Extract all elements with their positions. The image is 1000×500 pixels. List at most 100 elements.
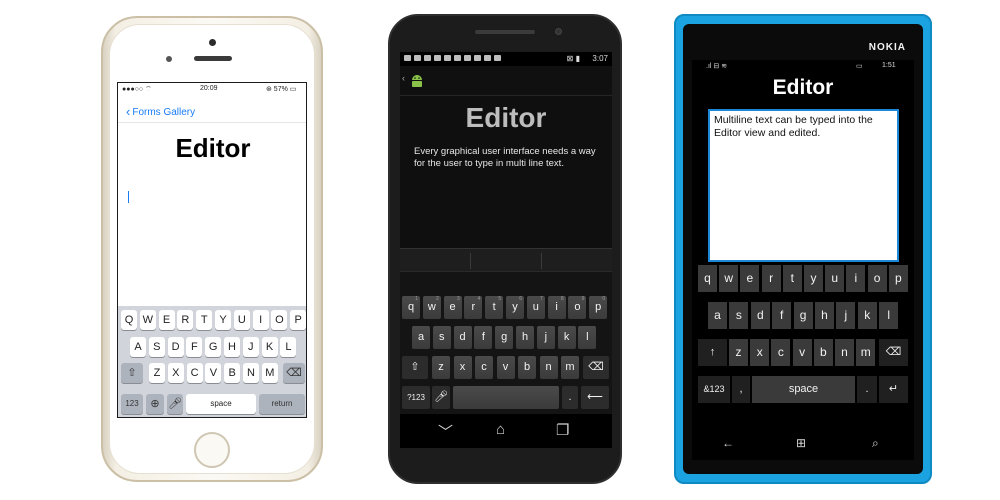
key-h[interactable]: H — [224, 337, 240, 357]
comma-key[interactable]: , — [732, 376, 750, 403]
home-button[interactable] — [194, 432, 230, 468]
up-chevron-icon[interactable]: ‹ — [402, 73, 405, 83]
key-w[interactable]: w2 — [422, 296, 441, 319]
key-p[interactable]: p0 — [589, 296, 608, 319]
key-w[interactable]: W — [139, 310, 156, 330]
editor-textbox[interactable]: Multiline text can be typed into the Edi… — [708, 109, 899, 262]
key-s[interactable]: s — [729, 302, 749, 329]
key-k[interactable]: K — [261, 337, 278, 357]
key-o[interactable]: O — [271, 310, 288, 330]
shift-key[interactable]: ⇧ — [402, 356, 428, 379]
key-v[interactable]: V — [205, 363, 222, 383]
backspace-key[interactable]: ⌫ — [283, 363, 305, 383]
key-l[interactable]: l — [578, 326, 597, 349]
symbols-key[interactable]: &123 — [698, 376, 730, 403]
key-g[interactable]: g — [793, 302, 813, 329]
key-g[interactable]: g — [495, 326, 514, 349]
key-k[interactable]: k — [557, 326, 576, 349]
editor-text[interactable]: Every graphical user interface needs a w… — [414, 146, 604, 170]
space-key[interactable]: space — [186, 394, 256, 414]
key-w[interactable]: w — [719, 265, 739, 292]
key-y[interactable]: y6 — [506, 296, 524, 319]
key-y[interactable]: y — [804, 265, 823, 292]
windows-start-icon[interactable]: ⊞ — [796, 436, 806, 450]
return-key[interactable]: return — [259, 394, 305, 414]
key-r[interactable]: R — [177, 310, 194, 330]
key-i[interactable]: I — [252, 310, 269, 330]
home-icon[interactable]: ⌂ — [496, 421, 505, 438]
key-r[interactable]: r — [761, 265, 781, 292]
enter-key[interactable]: ↵ — [879, 376, 908, 403]
key-y[interactable]: Y — [215, 310, 231, 330]
android-robot-icon[interactable] — [410, 73, 424, 89]
key-t[interactable]: T — [196, 310, 213, 330]
key-q[interactable]: q1 — [402, 296, 420, 319]
space-key[interactable] — [453, 386, 559, 409]
key-b[interactable]: b — [813, 339, 833, 366]
key-m[interactable]: m — [561, 356, 579, 379]
space-key[interactable]: space — [752, 376, 855, 403]
dictation-key[interactable]: 🎤︎ — [167, 394, 183, 414]
key-e[interactable]: E — [158, 310, 175, 330]
key-p[interactable]: p — [888, 265, 908, 292]
key-g[interactable]: G — [205, 337, 222, 357]
key-c[interactable]: c — [475, 356, 493, 379]
key-o[interactable]: o9 — [568, 296, 587, 319]
key-z[interactable]: Z — [149, 363, 165, 383]
key-z[interactable]: z — [729, 339, 748, 366]
key-i[interactable]: i — [846, 265, 866, 292]
key-v[interactable]: v — [496, 356, 515, 379]
key-j[interactable]: J — [242, 337, 259, 357]
back-button[interactable]: ‹ Forms Gallery — [126, 103, 195, 119]
key-d[interactable]: D — [167, 337, 184, 357]
key-v[interactable]: v — [792, 339, 812, 366]
key-z[interactable]: z — [432, 356, 450, 379]
key-n[interactable]: n — [835, 339, 854, 366]
key-b[interactable]: B — [224, 363, 241, 383]
key-s[interactable]: S — [148, 337, 165, 357]
key-m[interactable]: M — [261, 363, 278, 383]
key-x[interactable]: X — [167, 363, 184, 383]
key-t[interactable]: t — [782, 265, 802, 292]
key-n[interactable]: n — [539, 356, 558, 379]
voice-input-key[interactable]: 🎤︎ — [432, 386, 450, 409]
key-a[interactable]: a — [412, 326, 430, 349]
shift-key[interactable]: ⇧ — [121, 363, 143, 383]
key-x[interactable]: x — [750, 339, 770, 366]
key-b[interactable]: b — [518, 356, 536, 379]
key-p[interactable]: P — [290, 310, 306, 330]
key-e[interactable]: e3 — [443, 296, 462, 319]
key-a[interactable]: a — [708, 302, 727, 329]
key-q[interactable]: Q — [121, 310, 137, 330]
back-icon[interactable]: ﹀ — [438, 421, 453, 442]
key-f[interactable]: F — [186, 337, 203, 357]
key-h[interactable]: h — [815, 302, 834, 329]
key-c[interactable]: c — [771, 339, 791, 366]
key-s[interactable]: s — [432, 326, 451, 349]
key-n[interactable]: N — [243, 363, 259, 383]
key-m[interactable]: m — [856, 339, 876, 366]
globe-key[interactable]: ⊕ — [146, 394, 164, 414]
key-d[interactable]: d — [453, 326, 472, 349]
key-j[interactable]: j — [536, 326, 555, 349]
key-f[interactable]: f — [772, 302, 792, 329]
key-k[interactable]: k — [857, 302, 877, 329]
key-q[interactable]: q — [698, 265, 717, 292]
key-o[interactable]: o — [867, 265, 887, 292]
key-r[interactable]: r4 — [464, 296, 483, 319]
backspace-key[interactable]: ⌫ — [879, 339, 908, 366]
search-icon[interactable]: ⌕ — [872, 436, 879, 451]
shift-key[interactable]: ↑ — [698, 339, 727, 366]
key-d[interactable]: d — [750, 302, 770, 329]
backspace-key[interactable]: ⌫ — [583, 356, 609, 379]
key-a[interactable]: A — [130, 337, 146, 357]
period-key[interactable]: . — [562, 386, 578, 409]
key-f[interactable]: f — [474, 326, 493, 349]
key-t[interactable]: t5 — [485, 296, 504, 319]
key-u[interactable]: u7 — [526, 296, 545, 319]
key-e[interactable]: e — [740, 265, 760, 292]
key-l[interactable]: l — [879, 302, 899, 329]
numbers-key[interactable]: 123 — [121, 394, 143, 414]
editor-text-cursor[interactable] — [128, 191, 129, 203]
key-u[interactable]: U — [233, 310, 250, 330]
